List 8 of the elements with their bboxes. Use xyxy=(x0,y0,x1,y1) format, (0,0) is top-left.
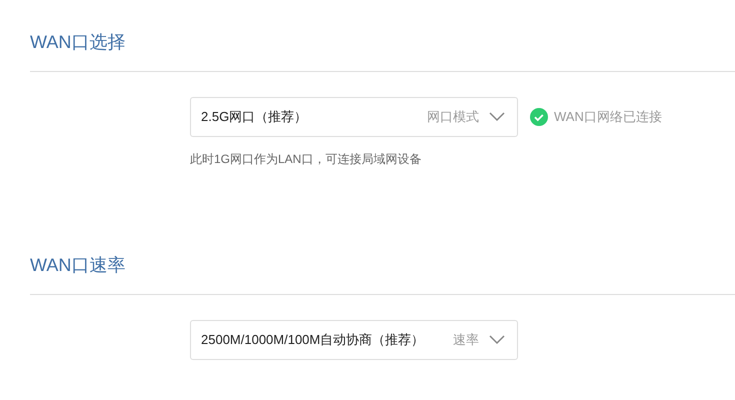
caret-icon xyxy=(489,335,505,345)
hint-text: 此时1G网口作为LAN口，可连接局域网设备 xyxy=(190,151,422,168)
section-title: WAN口速率 xyxy=(30,254,126,277)
dropdown[interactable]: 2.5G网口（推荐） 网口模式 xyxy=(190,97,518,137)
caret-icon xyxy=(489,112,505,122)
dropdown[interactable]: 2500M/1000M/100M自动协商（推荐） 速率 xyxy=(190,320,518,360)
section-title: WAN口选择 xyxy=(30,31,126,54)
status-text: WAN口网络已连接 xyxy=(554,108,662,126)
